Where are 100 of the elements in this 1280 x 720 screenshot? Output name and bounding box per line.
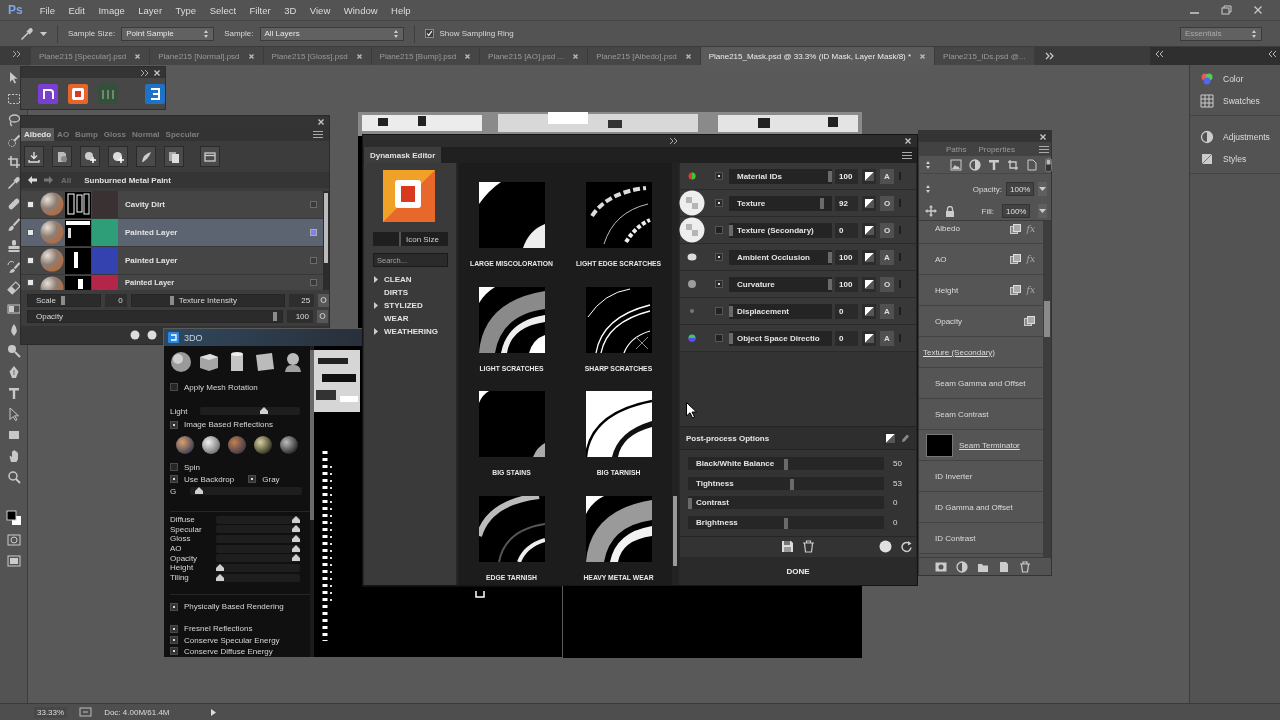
mask-preview-drawing[interactable] — [585, 182, 652, 248]
document-tab[interactable]: Plane215 [Bump].psd — [371, 47, 480, 65]
checkbox[interactable] — [715, 226, 723, 234]
slider-handle[interactable] — [828, 251, 832, 263]
post-process-slider[interactable]: Black/White Balance — [688, 457, 884, 471]
panel-menu-icon[interactable] — [1038, 144, 1049, 154]
value-field[interactable]: 0 — [835, 330, 858, 346]
channel-slider[interactable]: Displacement — [729, 303, 832, 319]
category-item[interactable]: DIRTS — [364, 286, 456, 299]
visibility-checkbox[interactable] — [27, 257, 34, 264]
opacity-slider[interactable]: Opacity — [27, 309, 283, 323]
channel-tab[interactable]: Albedo — [21, 127, 55, 141]
document-tab[interactable]: Plane215 [Gloss].psd — [263, 47, 371, 65]
checkbox[interactable] — [170, 383, 178, 392]
checkbox[interactable] — [170, 636, 178, 645]
mask-preview-drawing[interactable] — [478, 391, 545, 457]
crop-icon[interactable] — [6, 155, 21, 169]
brush-icon[interactable] — [6, 218, 21, 232]
stamp-icon[interactable] — [6, 239, 21, 253]
post-process-slider[interactable]: Brightness — [688, 515, 884, 529]
effects-badge[interactable]: fx — [1026, 254, 1035, 264]
invert-button[interactable] — [862, 330, 876, 346]
menu-item[interactable]: Window — [343, 4, 378, 16]
mode-button[interactable]: A — [880, 330, 894, 346]
channel-slider[interactable]: Texture — [729, 195, 832, 211]
slider-handle[interactable] — [784, 459, 788, 471]
value-field[interactable]: 100 — [835, 249, 858, 265]
document-tab[interactable]: Plane215 [Specular].psd — [31, 47, 150, 65]
slider-handle[interactable] — [259, 407, 268, 414]
scrollbar[interactable] — [672, 163, 678, 585]
dock-panel-item[interactable]: Swatches — [1190, 90, 1280, 112]
scrollbar[interactable] — [323, 191, 329, 290]
panel-tab[interactable]: Paths — [946, 144, 967, 154]
close-icon[interactable] — [317, 117, 325, 126]
material-slider[interactable] — [216, 554, 300, 563]
slider-handle[interactable] — [789, 478, 794, 490]
invert-button[interactable] — [862, 249, 876, 265]
reset-button[interactable] — [318, 293, 329, 307]
document-icon[interactable] — [1026, 158, 1038, 171]
value-field[interactable]: 25 — [288, 293, 315, 307]
cube-icon[interactable] — [198, 351, 220, 374]
scrollbar[interactable] — [310, 346, 314, 657]
type-tool-icon[interactable] — [6, 386, 21, 400]
move-icon[interactable] — [925, 205, 937, 217]
restore-icon[interactable] — [1221, 5, 1232, 15]
eyedropper-icon[interactable] — [6, 176, 21, 190]
dock-panel-item[interactable]: Styles — [1190, 148, 1280, 170]
done-button[interactable]: DONE — [680, 557, 916, 585]
slider-handle[interactable] — [828, 170, 832, 182]
eraser-icon[interactable] — [6, 281, 21, 295]
plane-icon[interactable] — [254, 351, 276, 374]
refresh-icon[interactable] — [900, 539, 913, 553]
toolbar-button[interactable] — [52, 146, 72, 167]
invert-button[interactable] — [862, 276, 876, 292]
updown-icon[interactable] — [925, 159, 931, 170]
rectangle-icon[interactable] — [6, 428, 21, 442]
invert-button[interactable] — [862, 195, 876, 211]
slider-handle[interactable] — [729, 224, 733, 236]
lasso-icon[interactable] — [6, 113, 21, 127]
slider-handle[interactable] — [784, 517, 788, 529]
checkbox[interactable] — [170, 475, 178, 484]
toolbar-button[interactable] — [80, 146, 100, 167]
mode-button[interactable]: O — [880, 195, 894, 211]
channel-tab[interactable]: Normal — [129, 127, 163, 141]
invert-button[interactable] — [862, 303, 876, 319]
effects-badge[interactable]: fx — [1026, 224, 1035, 234]
panel-icon[interactable] — [79, 706, 93, 718]
panel-menu-icon[interactable] — [902, 150, 912, 160]
mask-icon[interactable] — [935, 560, 947, 573]
channel-tab[interactable]: Specular — [162, 127, 203, 141]
light-slider[interactable] — [200, 407, 300, 415]
panel-tab[interactable]: Dynamask Editor — [364, 147, 442, 163]
slider-handle[interactable] — [292, 515, 300, 523]
value-field[interactable]: 100 — [835, 276, 858, 292]
document-tab[interactable]: Plane215 [Albedo].psd — [588, 47, 700, 65]
screen-mode-icon[interactable] — [6, 554, 21, 568]
document-tab[interactable]: Plane215_Mask.psd @ 33.3% (ID Mask, Layer Mask/8) * — [700, 47, 935, 65]
updown-icon[interactable] — [925, 184, 931, 194]
visibility-checkbox[interactable] — [27, 279, 34, 286]
slider-handle[interactable] — [195, 487, 204, 495]
back-arrow-icon[interactable] — [27, 175, 37, 185]
icon-size-slider[interactable]: Icon Size — [373, 232, 448, 246]
color-swatches-icon[interactable] — [5, 510, 22, 526]
panel-tab[interactable]: Properties — [978, 144, 1015, 154]
mode-button[interactable]: A — [880, 303, 894, 319]
reset-button[interactable] — [317, 309, 328, 323]
environment-sphere-icon[interactable] — [254, 436, 272, 455]
invert-button[interactable] — [862, 168, 876, 184]
checkbox[interactable] — [170, 602, 178, 611]
pen-nib-icon[interactable] — [6, 365, 21, 379]
value-field[interactable]: 100 — [287, 309, 313, 323]
document-tab[interactable]: Plane215_IDs.psd @... — [935, 47, 1034, 65]
toolbar-button[interactable] — [164, 146, 184, 167]
save-icon[interactable] — [781, 539, 794, 553]
channel-slider[interactable]: Material IDs — [729, 168, 832, 184]
new-layer-icon[interactable] — [998, 560, 1010, 573]
visibility-checkbox[interactable] — [27, 229, 34, 236]
menu-item[interactable]: Filter — [249, 4, 271, 16]
menu-item[interactable]: 3D — [284, 4, 297, 16]
checkbox[interactable] — [715, 253, 723, 261]
